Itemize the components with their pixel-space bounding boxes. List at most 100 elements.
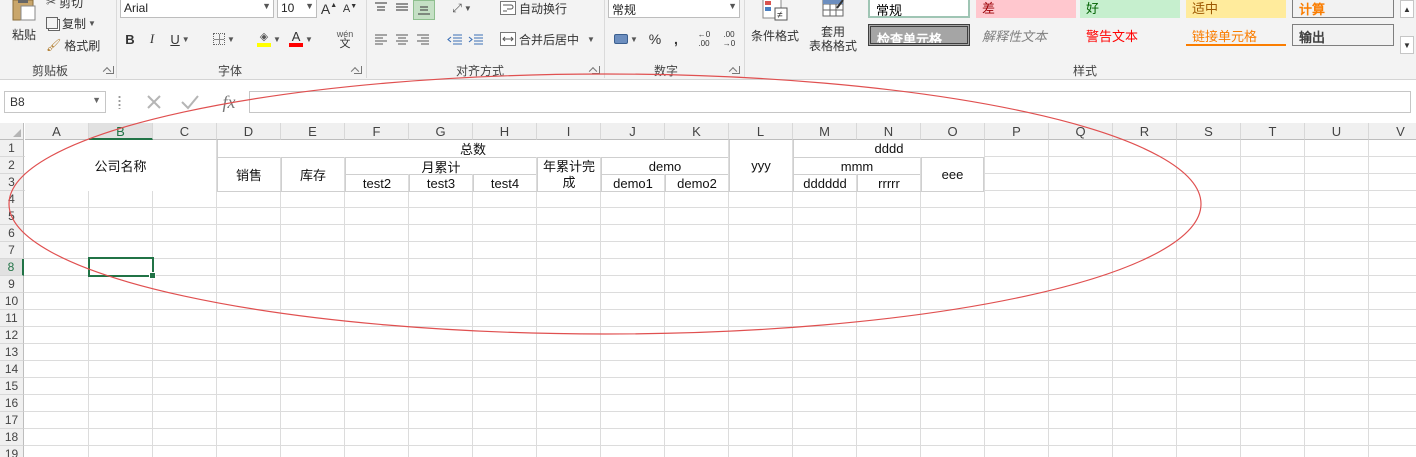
column-header[interactable]: O [921, 123, 985, 140]
percent-button[interactable]: % [646, 30, 664, 48]
align-center-button[interactable] [393, 31, 411, 47]
font-size-combo[interactable]: 10 ▼ [277, 0, 317, 18]
row-header[interactable]: 7 [0, 242, 24, 259]
column-header[interactable]: S [1177, 123, 1241, 140]
row-header[interactable]: 2 [0, 157, 24, 174]
column-header[interactable]: G [409, 123, 473, 140]
column-header[interactable]: C [153, 123, 217, 140]
cell-style-item[interactable]: 输出 [1292, 24, 1394, 46]
cell-style-item[interactable]: 警告文本 [1080, 24, 1180, 46]
underline-button[interactable]: U ▼ [166, 30, 194, 48]
column-header[interactable]: T [1241, 123, 1305, 140]
conditional-format-button[interactable]: ≠ 条件格式 [748, 0, 802, 56]
row-header[interactable]: 11 [0, 310, 24, 327]
font-color-button[interactable]: A ▼ [284, 28, 318, 50]
number-format-combo[interactable]: 常规 ▼ [608, 0, 740, 18]
column-header[interactable]: K [665, 123, 729, 140]
decrease-decimal-button[interactable]: .00 →0 [718, 28, 740, 50]
format-painter-button[interactable]: 🖌 格式刷 [46, 36, 100, 54]
cell-style-item[interactable]: 差 [976, 0, 1076, 18]
row-header[interactable]: 5 [0, 208, 24, 225]
cell-style-item[interactable]: 链接单元格 [1186, 24, 1286, 46]
column-header[interactable]: U [1305, 123, 1369, 140]
gallery-scroll-up-button[interactable]: ▲ [1400, 0, 1414, 18]
insert-function-button[interactable]: fx [216, 90, 242, 114]
column-header[interactable]: I [537, 123, 601, 140]
align-left-button[interactable] [372, 31, 390, 47]
cell-m2-mmm[interactable]: mmm [793, 157, 920, 174]
cell-h3[interactable]: test4 [473, 174, 536, 191]
column-header[interactable]: D [217, 123, 281, 140]
row-header[interactable]: 18 [0, 429, 24, 446]
row-header[interactable]: 8 [0, 259, 24, 276]
cut-button[interactable]: ✂ 剪切 [46, 0, 83, 10]
row-header[interactable]: 17 [0, 412, 24, 429]
cancel-formula-button[interactable] [142, 91, 166, 113]
row-header[interactable]: 14 [0, 361, 24, 378]
column-header[interactable]: E [281, 123, 345, 140]
column-header[interactable]: Q [1049, 123, 1113, 140]
increase-indent-button[interactable] [467, 31, 485, 47]
clipboard-launcher-icon[interactable] [106, 66, 114, 74]
selected-cell-b8[interactable] [88, 257, 156, 279]
cell-e1-merged[interactable]: 库存 [281, 157, 344, 191]
cell-style-item[interactable]: 适中 [1186, 0, 1286, 18]
cell-d1-merged[interactable]: 销售 [217, 157, 280, 191]
row-header[interactable]: 4 [0, 191, 24, 208]
row-header[interactable]: 16 [0, 395, 24, 412]
cell-j2-demo[interactable]: demo [601, 157, 728, 174]
copy-button[interactable]: 复制 ▼ [46, 14, 96, 32]
paste-button[interactable]: 粘贴 [6, 0, 42, 58]
confirm-formula-button[interactable] [178, 91, 202, 113]
column-header[interactable]: J [601, 123, 665, 140]
cell-style-item[interactable]: 检查单元格 [868, 24, 970, 46]
cell-n3[interactable]: rrrrr [857, 174, 920, 191]
shrink-font-button[interactable]: A ▼ [342, 0, 358, 18]
column-header[interactable]: N [857, 123, 921, 140]
align-top-button[interactable] [372, 0, 390, 14]
column-header[interactable]: H [473, 123, 537, 140]
cell-f2-monthly[interactable]: 月累计 [345, 157, 536, 175]
align-middle-button[interactable] [393, 0, 411, 14]
cell-m1-dddd[interactable]: dddd [793, 140, 984, 157]
merge-center-button[interactable]: 合并后居中 ▼ [500, 31, 595, 47]
row-header[interactable]: 12 [0, 327, 24, 344]
cell-d1-total[interactable]: 总数 [217, 140, 728, 157]
comma-button[interactable]: , [668, 30, 684, 48]
column-header[interactable]: M [793, 123, 857, 140]
select-all-button[interactable] [0, 123, 24, 140]
cell-k3[interactable]: demo2 [665, 174, 728, 191]
column-header[interactable]: A [25, 123, 89, 140]
orientation-button[interactable]: ⤢ ▼ [448, 0, 476, 16]
bold-button[interactable]: B [122, 30, 138, 48]
font-name-combo[interactable]: Arial ▼ [120, 0, 274, 18]
cell-style-item[interactable]: 计算 [1292, 0, 1394, 18]
format-as-table-button[interactable]: 套用 表格格式 [802, 0, 864, 58]
formula-input[interactable] [249, 91, 1411, 113]
decrease-indent-button[interactable] [446, 31, 464, 47]
row-header[interactable]: 6 [0, 225, 24, 242]
row-header[interactable]: 3 [0, 174, 24, 191]
column-header[interactable]: P [985, 123, 1049, 140]
font-launcher-icon[interactable] [354, 66, 362, 74]
row-header[interactable]: 10 [0, 293, 24, 310]
align-bottom-button[interactable] [413, 0, 435, 20]
row-header[interactable]: 1 [0, 140, 24, 157]
increase-decimal-button[interactable]: ←0 .00 [694, 28, 714, 50]
cell-style-item[interactable]: 常规 [868, 0, 970, 18]
cell-i2-yearly[interactable]: 年累计完 成 [537, 157, 600, 191]
cell-g3[interactable]: test3 [409, 174, 472, 191]
align-right-button[interactable] [414, 31, 432, 47]
alignment-launcher-icon[interactable] [592, 66, 600, 74]
fill-color-button[interactable]: ◈ ▼ [252, 28, 286, 50]
cell-b1-merged[interactable]: 公司名称 [25, 140, 216, 191]
borders-button[interactable]: ▼ [208, 30, 240, 48]
column-header[interactable]: L [729, 123, 793, 140]
column-header[interactable]: V [1369, 123, 1416, 140]
wrap-text-button[interactable]: 自动换行 [500, 0, 567, 16]
row-header[interactable]: 19 [0, 446, 24, 457]
accounting-format-button[interactable]: ▼ [610, 30, 642, 48]
row-header[interactable]: 13 [0, 344, 24, 361]
cell-f3[interactable]: test2 [345, 174, 408, 191]
grow-font-button[interactable]: A ▲ [321, 0, 337, 18]
